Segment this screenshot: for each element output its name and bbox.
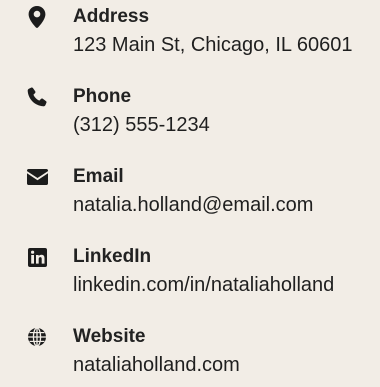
contact-item-phone: Phone (312) 555-1234 [26,80,210,138]
globe-icon [26,326,48,348]
email-label: Email [73,166,124,187]
phone-value: (312) 555-1234 [73,114,210,136]
address-value: 123 Main St, Chicago, IL 60601 [73,34,353,56]
contact-item-website: Website nataliaholland.com [26,320,240,378]
map-pin-icon [26,6,48,28]
phone-label: Phone [73,86,132,107]
contact-item-address: Address 123 Main St, Chicago, IL 60601 [26,0,352,58]
linkedin-icon [26,246,48,268]
contact-item-email: Email natalia.holland@email.com [26,160,313,218]
linkedin-label: LinkedIn [73,246,152,267]
phone-icon [26,86,48,108]
email-value[interactable]: natalia.holland@email.com [73,192,313,218]
address-label: Address [73,6,150,27]
website-label: Website [73,326,146,347]
envelope-icon [26,166,48,188]
contact-item-linkedin: LinkedIn linkedin.com/in/nataliaholland [26,240,334,298]
website-value[interactable]: nataliaholland.com [73,352,240,378]
linkedin-value[interactable]: linkedin.com/in/nataliaholland [73,272,334,298]
